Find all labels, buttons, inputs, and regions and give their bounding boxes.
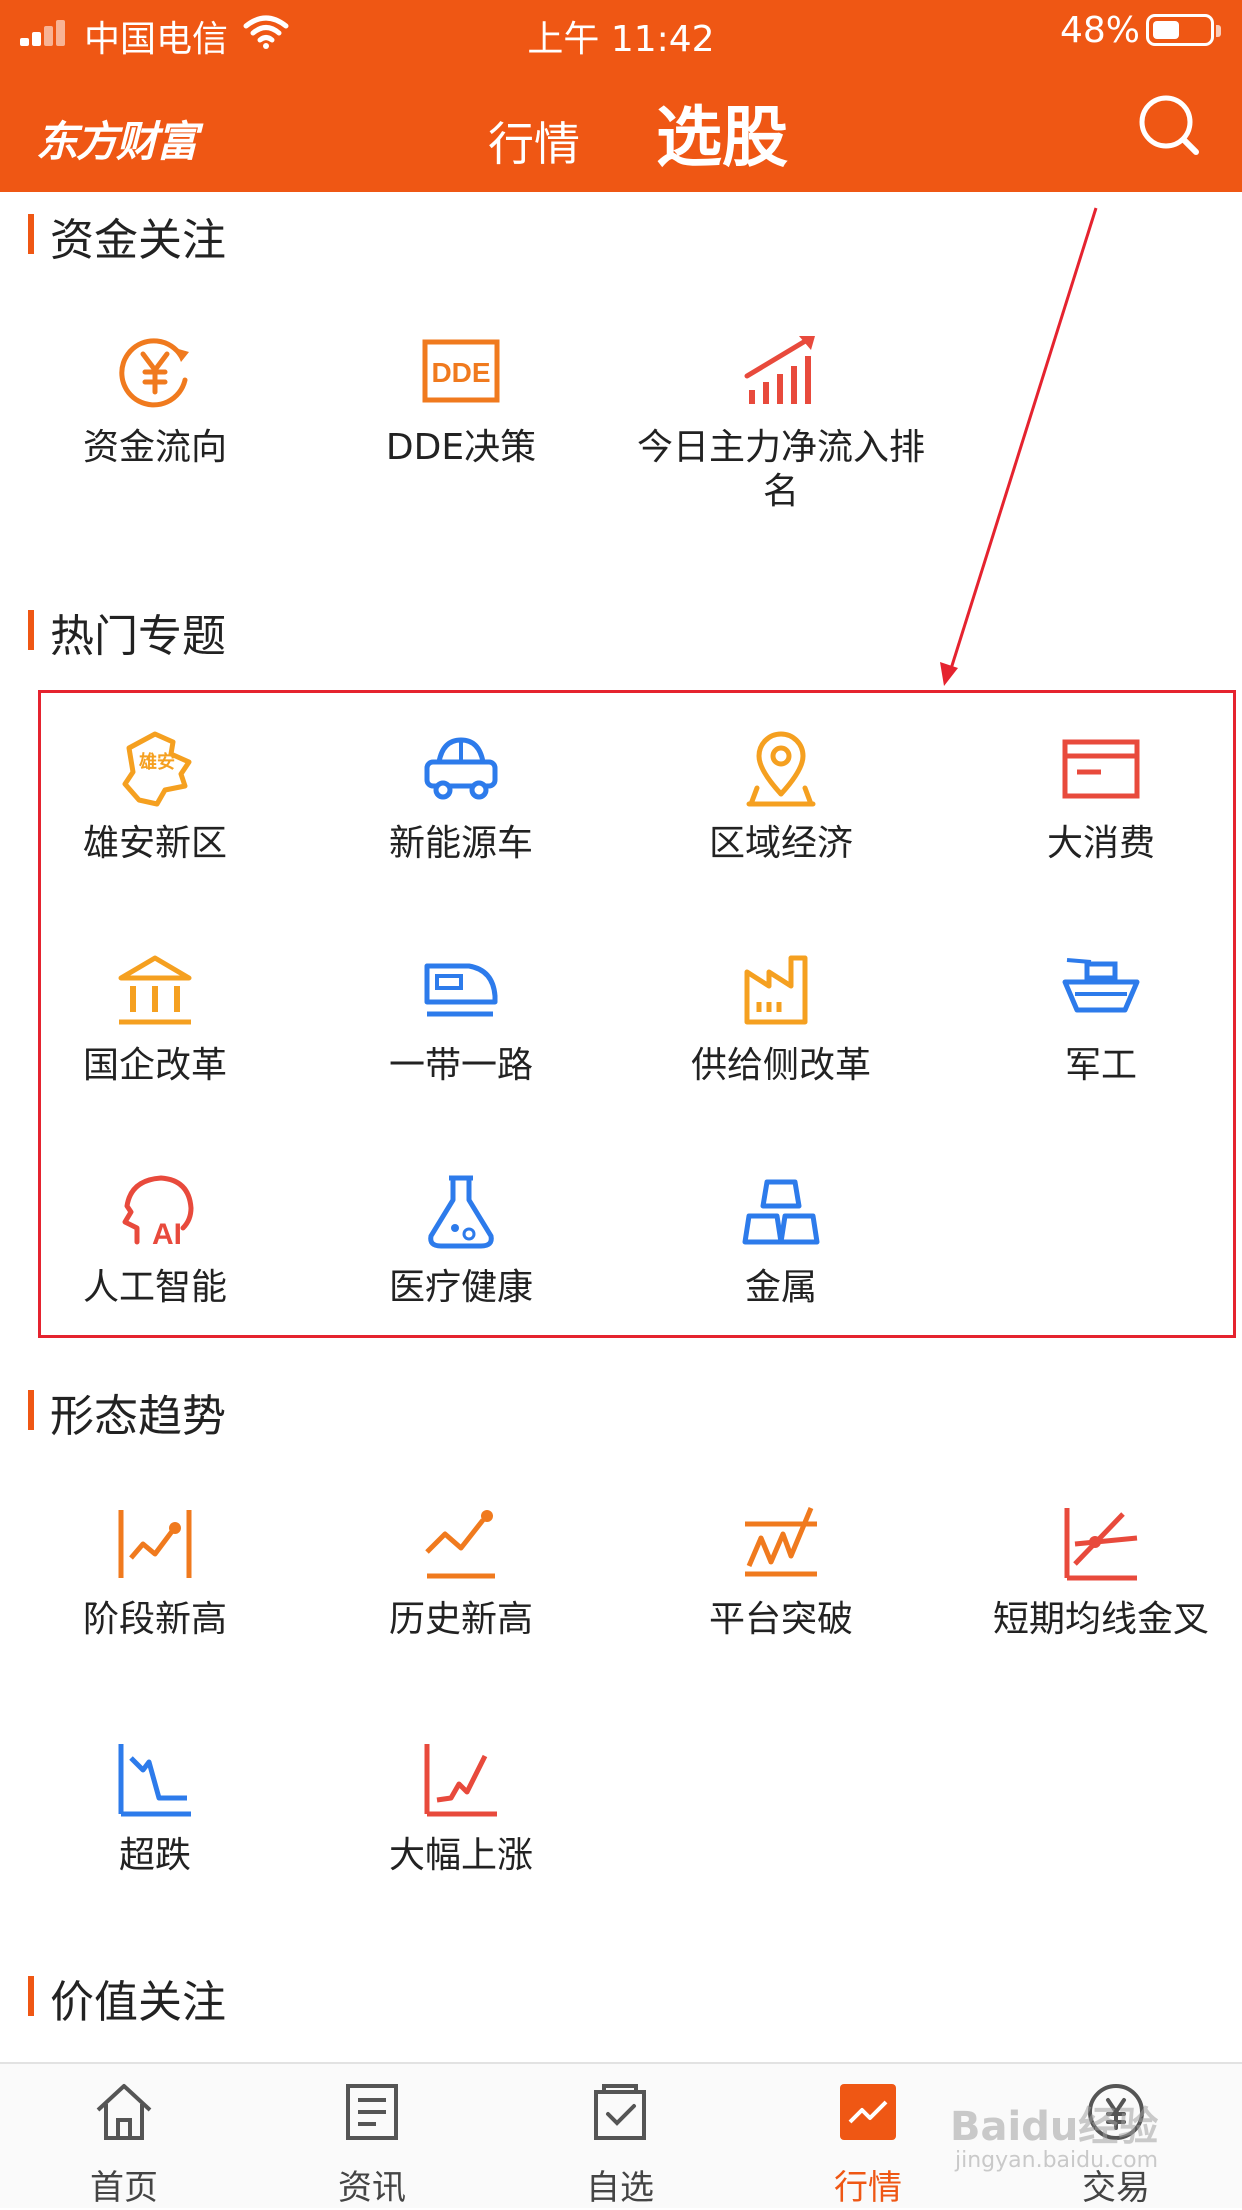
svg-text:DDE: DDE	[431, 357, 490, 388]
factory-icon	[744, 955, 808, 1025]
watchlist-icon	[594, 2084, 646, 2140]
car-icon	[424, 737, 498, 800]
svg-text:AI: AI	[152, 1218, 182, 1251]
train-icon	[424, 963, 498, 1017]
app-logo: 东方财富	[36, 117, 198, 166]
golden-cross-icon	[1064, 1508, 1138, 1581]
warship-icon	[1062, 958, 1140, 1013]
bottom-tab-bar: 首页 资讯 自选 行情 交易 Baidu经验 jingyan.baidu.com	[0, 2062, 1242, 2208]
baidu-watermark-url: jingyan.baidu.com	[955, 2148, 1159, 2173]
xiongan-map-icon: 雄安	[122, 731, 192, 807]
battery-icon	[1146, 14, 1221, 46]
baidu-watermark: Baidu经验	[950, 2104, 1159, 2150]
hot-topics-highlight-frame	[38, 690, 1236, 1338]
gold-bars-icon	[742, 1179, 820, 1245]
tab-home[interactable]: 首页	[0, 2064, 248, 2210]
app-header: 中国电信 上午 11:42 48% 东方财富 行情 选股	[0, 0, 1242, 192]
ai-head-icon: AI	[122, 1175, 194, 1251]
search-icon[interactable]	[1136, 92, 1202, 158]
history-high-icon	[425, 1510, 495, 1579]
svg-text:雄安: 雄安	[138, 751, 175, 773]
tab-news[interactable]: 资讯	[248, 2064, 496, 2210]
status-bar: 中国电信 上午 11:42 48%	[0, 0, 1242, 62]
home-icon	[96, 2084, 152, 2140]
battery-percentage: 48%	[1059, 10, 1140, 51]
government-building-icon	[118, 955, 192, 1025]
header-tab-stock-picker[interactable]: 选股	[656, 84, 788, 180]
tab-watchlist[interactable]: 自选	[496, 2064, 744, 2210]
market-chart-icon	[840, 2084, 896, 2140]
battery-level-fill	[1153, 21, 1179, 39]
platform-breakout-icon	[745, 1507, 817, 1577]
news-icon	[346, 2084, 398, 2140]
rising-bars-icon	[744, 336, 815, 404]
header-tab-market[interactable]: 行情	[488, 108, 580, 174]
oversold-icon	[118, 1744, 191, 1817]
big-rise-icon	[424, 1744, 497, 1817]
flask-icon	[428, 1175, 494, 1249]
location-pin-icon	[746, 731, 816, 807]
dde-icon: DDE	[422, 339, 500, 403]
clock: 上午 11:42	[527, 19, 715, 60]
yuan-cycle-icon	[119, 338, 189, 408]
stock-picker-content[interactable]: 资金关注 资金流向 DDE DDE决策 今日主力净流入排名 热门专题 雄安 雄安…	[0, 192, 1242, 2062]
card-icon	[1062, 739, 1140, 799]
stage-high-icon	[118, 1510, 192, 1578]
